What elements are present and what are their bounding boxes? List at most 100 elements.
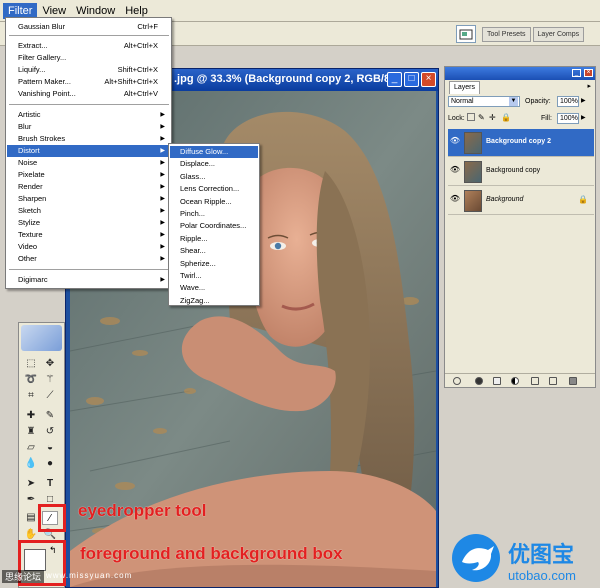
layer-row-background-copy-2[interactable]: 👁 Background copy 2 bbox=[448, 129, 594, 157]
layer-name: Background copy bbox=[486, 167, 541, 174]
forum-watermark: 思缘论坛 bbox=[2, 570, 45, 583]
submenu-item-polar-coordinates[interactable]: Polar Coordinates... bbox=[170, 220, 258, 232]
lasso-tool-icon[interactable]: ➰ bbox=[23, 373, 39, 387]
lock-paint-icon[interactable]: ✎ bbox=[478, 113, 485, 122]
menu-separator bbox=[9, 104, 169, 105]
menu-item-noise[interactable]: Noise ▶ bbox=[7, 157, 170, 169]
layers-footer bbox=[445, 373, 595, 387]
link-layers-icon[interactable] bbox=[453, 377, 461, 385]
type-tool-icon[interactable]: T bbox=[42, 477, 58, 491]
close-button[interactable]: × bbox=[421, 72, 436, 87]
blur-tool-icon[interactable]: 💧 bbox=[23, 457, 39, 471]
menu-item-blur[interactable]: Blur ▶ bbox=[7, 121, 170, 133]
menu-item-digimarc[interactable]: Digimarc ▶ bbox=[7, 274, 170, 286]
submenu-item-twirl[interactable]: Twirl... bbox=[170, 270, 258, 282]
clone-stamp-tool-icon[interactable]: ♜ bbox=[23, 425, 39, 439]
submenu-item-zigzag[interactable]: ZigZag... bbox=[170, 295, 258, 307]
tab-layer-comps[interactable]: Layer Comps bbox=[532, 26, 585, 42]
submenu-item-displace[interactable]: Displace... bbox=[170, 158, 258, 170]
lock-move-icon[interactable]: ✛ bbox=[489, 113, 496, 122]
menu-item-liquify[interactable]: Liquify... Shift+Ctrl+X bbox=[7, 64, 170, 76]
utobao-logo: 优图宝 utobao.com bbox=[448, 528, 598, 588]
layer-thumbnail bbox=[464, 161, 482, 183]
menu-item-video[interactable]: Video ▶ bbox=[7, 241, 170, 253]
crop-tool-icon[interactable]: ⌗ bbox=[23, 389, 39, 403]
blend-mode-select[interactable]: Normal ▼ bbox=[448, 96, 520, 107]
layers-titlebar[interactable]: _ × bbox=[445, 67, 595, 80]
chevron-down-icon: ▼ bbox=[509, 97, 518, 106]
menu-item-brush-strokes[interactable]: Brush Strokes ▶ bbox=[7, 133, 170, 145]
submenu-item-ocean-ripple[interactable]: Ocean Ripple... bbox=[170, 196, 258, 208]
menu-item-pixelate[interactable]: Pixelate ▶ bbox=[7, 169, 170, 181]
dodge-tool-icon[interactable]: ● bbox=[42, 457, 58, 471]
move-tool-icon[interactable]: ✥ bbox=[42, 357, 58, 371]
brush-tool-icon[interactable]: ✎ bbox=[42, 409, 58, 423]
submenu-item-lens-correction[interactable]: Lens Correction... bbox=[170, 183, 258, 195]
opacity-arrow-icon[interactable]: ▶ bbox=[581, 97, 586, 104]
submenu-item-shear[interactable]: Shear... bbox=[170, 245, 258, 257]
submenu-item-glass[interactable]: Glass... bbox=[170, 171, 258, 183]
submenu-item-spherize[interactable]: Spherize... bbox=[170, 258, 258, 270]
marquee-tool-icon[interactable]: ⬚ bbox=[23, 357, 39, 371]
healing-brush-tool-icon[interactable]: ✚ bbox=[23, 409, 39, 423]
menu-item-distort[interactable]: Distort ▶ bbox=[7, 145, 170, 157]
submenu-item-ripple[interactable]: Ripple... bbox=[170, 233, 258, 245]
layer-thumbnail bbox=[464, 190, 482, 212]
fill-field[interactable]: 100% bbox=[557, 113, 579, 124]
submenu-item-pinch[interactable]: Pinch... bbox=[170, 208, 258, 220]
minimize-button[interactable]: _ bbox=[387, 72, 402, 87]
close-icon[interactable]: × bbox=[584, 69, 593, 77]
menu-item-filter-gallery[interactable]: Filter Gallery... bbox=[7, 52, 170, 64]
notes-tool-icon[interactable]: ▤ bbox=[23, 511, 39, 525]
tab-tool-presets[interactable]: Tool Presets bbox=[482, 26, 531, 42]
new-group-icon[interactable] bbox=[531, 377, 539, 385]
menu-separator bbox=[9, 35, 169, 36]
menu-item-sharpen[interactable]: Sharpen ▶ bbox=[7, 193, 170, 205]
bird-logo-icon: 优图宝 utobao.com bbox=[452, 534, 576, 583]
layer-mask-icon[interactable] bbox=[493, 377, 501, 385]
menu-item-gaussian-blur[interactable]: Gaussian Blur Ctrl+F bbox=[7, 21, 170, 33]
submenu-item-wave[interactable]: Wave... bbox=[170, 282, 258, 294]
slice-tool-icon[interactable]: ⟋ bbox=[42, 389, 58, 403]
lock-transparency-icon[interactable] bbox=[467, 113, 475, 121]
panel-menu-icon[interactable]: ▸ bbox=[587, 82, 591, 90]
menu-item-vanishing-point[interactable]: Vanishing Point... Alt+Ctrl+V bbox=[7, 88, 170, 100]
layer-name: Background bbox=[486, 196, 524, 203]
trash-icon[interactable] bbox=[569, 377, 577, 385]
maximize-button[interactable]: □ bbox=[404, 72, 419, 87]
opacity-field[interactable]: 100% bbox=[557, 96, 579, 107]
layer-style-icon[interactable] bbox=[475, 377, 483, 385]
menu-item-texture[interactable]: Texture ▶ bbox=[7, 229, 170, 241]
filter-menu: Gaussian Blur Ctrl+F Extract... Alt+Ctrl+X… bbox=[5, 17, 172, 289]
pen-tool-icon[interactable]: ✒ bbox=[23, 493, 39, 507]
magic-wand-tool-icon[interactable]: ⚚ bbox=[42, 373, 58, 387]
adjustment-layer-icon[interactable] bbox=[511, 377, 519, 385]
menu-item-extract[interactable]: Extract... Alt+Ctrl+X bbox=[7, 40, 170, 52]
path-selection-tool-icon[interactable]: ➤ bbox=[23, 477, 39, 491]
tab-layers[interactable]: Layers bbox=[449, 81, 481, 94]
visibility-eye-icon[interactable]: 👁 bbox=[449, 165, 461, 177]
visibility-eye-icon[interactable]: 👁 bbox=[449, 136, 461, 148]
submenu-item-diffuse-glow[interactable]: Diffuse Glow... bbox=[170, 146, 258, 158]
paint-bucket-tool-icon[interactable]: ◒ bbox=[42, 441, 58, 455]
logo-cn-text: 优图宝 bbox=[508, 542, 574, 568]
minimize-icon[interactable]: _ bbox=[572, 69, 581, 77]
menu-item-render[interactable]: Render ▶ bbox=[7, 181, 170, 193]
layer-row-background[interactable]: 👁 Background 🔒 bbox=[448, 187, 594, 215]
menu-item-stylize[interactable]: Stylize ▶ bbox=[7, 217, 170, 229]
menu-separator bbox=[9, 269, 169, 270]
menu-item-other[interactable]: Other ▶ bbox=[7, 253, 170, 265]
lock-all-icon[interactable]: 🔒 bbox=[501, 113, 511, 122]
menu-item-sketch[interactable]: Sketch ▶ bbox=[7, 205, 170, 217]
layer-row-background-copy[interactable]: 👁 Background copy bbox=[448, 158, 594, 186]
new-layer-icon[interactable] bbox=[549, 377, 557, 385]
history-brush-tool-icon[interactable]: ↺ bbox=[42, 425, 58, 439]
color-box-annotation: foreground and background box bbox=[80, 544, 343, 563]
eraser-tool-icon[interactable]: ▱ bbox=[23, 441, 39, 455]
menu-item-artistic[interactable]: Artistic ▶ bbox=[7, 109, 170, 121]
fill-arrow-icon[interactable]: ▶ bbox=[581, 114, 586, 121]
visibility-eye-icon[interactable]: 👁 bbox=[449, 194, 461, 206]
document-title: .jpg @ 33.3% (Background copy 2, RGB/8) bbox=[174, 73, 394, 85]
palette-well-icon[interactable] bbox=[456, 25, 476, 43]
menu-item-pattern-maker[interactable]: Pattern Maker... Alt+Shift+Ctrl+X bbox=[7, 76, 170, 88]
